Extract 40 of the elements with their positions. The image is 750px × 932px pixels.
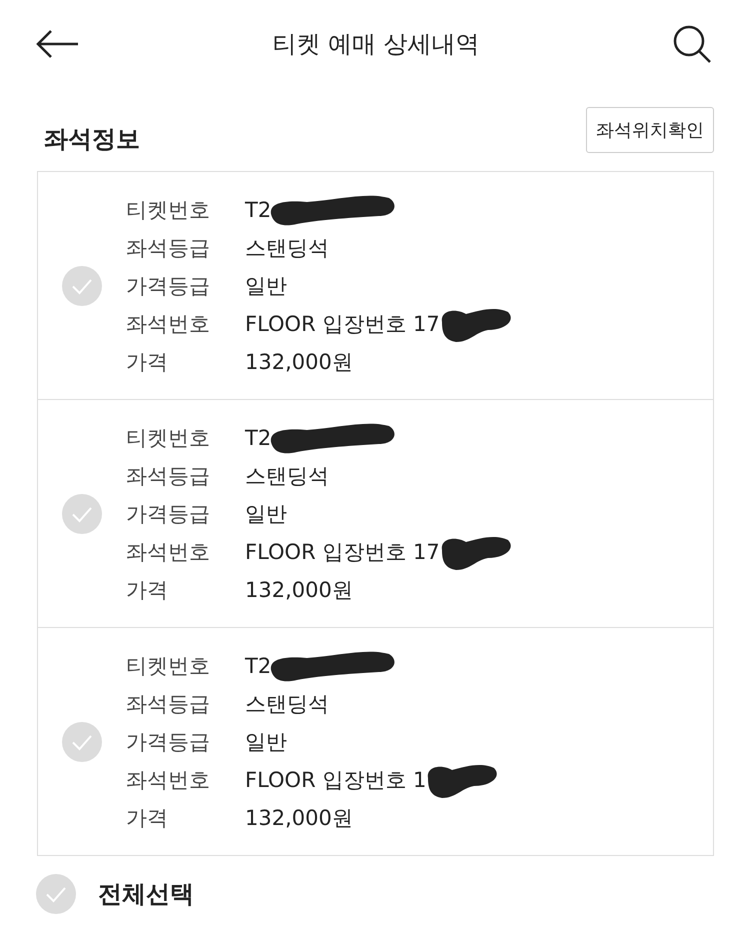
field-label: 좌석번호 xyxy=(126,538,211,566)
field-label: 가격등급 xyxy=(126,500,211,528)
field-value: 일반 xyxy=(245,272,287,300)
field-label: 좌석등급 xyxy=(126,690,211,718)
section-title: 좌석정보 xyxy=(44,124,140,155)
checkbox[interactable] xyxy=(62,266,102,306)
field-label: 가격등급 xyxy=(126,272,211,300)
field-value: 일반 xyxy=(245,500,287,528)
checkbox[interactable] xyxy=(62,722,102,762)
page-title: 티켓 예매 상세내역 xyxy=(272,28,480,60)
field-value: 132,000원 xyxy=(245,576,353,604)
field-value: 132,000원 xyxy=(245,804,353,832)
checkbox[interactable] xyxy=(62,494,102,534)
search-icon[interactable] xyxy=(672,24,712,64)
field-value: FLOOR 입장번호 17 xyxy=(245,538,440,566)
seat-location-button[interactable]: 좌석위치확인 xyxy=(586,107,714,153)
field-label: 좌석등급 xyxy=(126,234,211,262)
field-value: T2 xyxy=(245,654,272,678)
field-value: T2 xyxy=(245,426,272,450)
field-label: 좌석번호 xyxy=(126,766,211,794)
field-label: 좌석등급 xyxy=(126,462,211,490)
field-value: FLOOR 입장번호 17 xyxy=(245,310,440,338)
field-value: 스탠딩석 xyxy=(245,234,329,262)
field-label: 티켓번호 xyxy=(126,652,211,680)
field-label: 티켓번호 xyxy=(126,196,211,224)
field-value: 스탠딩석 xyxy=(245,690,329,718)
field-value: 스탠딩석 xyxy=(245,462,329,490)
field-value: FLOOR 입장번호 1 xyxy=(245,766,426,794)
field-value: 132,000원 xyxy=(245,348,353,376)
field-label: 가격 xyxy=(126,804,169,832)
field-label: 가격 xyxy=(126,348,169,376)
field-value: T2 xyxy=(245,198,272,222)
back-arrow-icon[interactable] xyxy=(36,28,80,58)
field-value: 일반 xyxy=(245,728,287,756)
field-label: 가격 xyxy=(126,576,169,604)
field-label: 티켓번호 xyxy=(126,424,211,452)
checkbox[interactable] xyxy=(36,874,76,914)
select-all-label[interactable]: 전체선택 xyxy=(98,878,194,910)
field-label: 가격등급 xyxy=(126,728,211,756)
field-label: 좌석번호 xyxy=(126,310,211,338)
